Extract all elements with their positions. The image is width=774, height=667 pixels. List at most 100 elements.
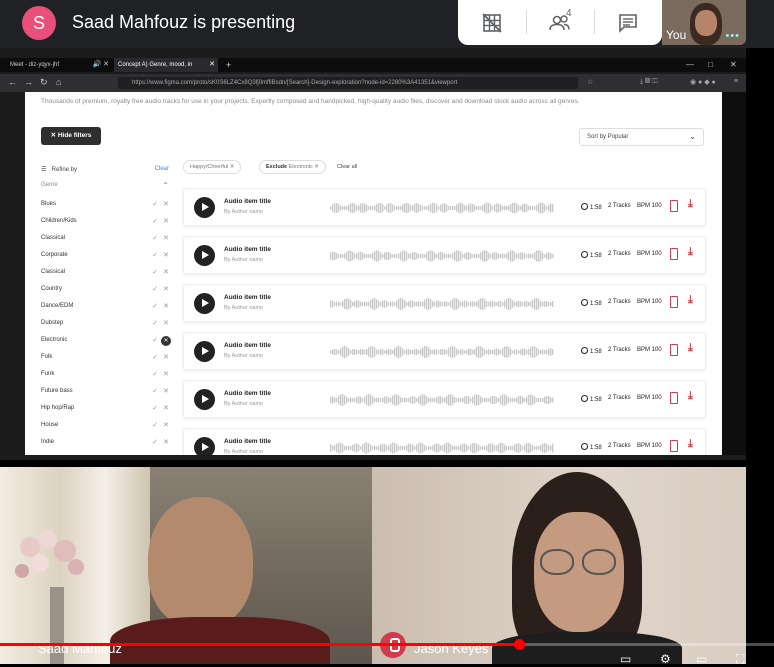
exclude-x-icon[interactable]: ✕ [163,366,169,383]
fullscreen-icon[interactable]: ⛶ [736,652,744,666]
video-progress-bar[interactable] [0,639,774,650]
back-icon[interactable]: ← [8,77,17,87]
settings-gear-icon[interactable]: ⚙ [660,652,671,666]
genre-item[interactable]: Country ✓ ✕ [41,281,171,298]
include-check-icon[interactable]: ✓ [152,332,158,349]
genre-item[interactable]: Children/Kids ✓ ✕ [41,213,171,230]
include-check-icon[interactable]: ✓ [152,417,158,434]
bookmark-icon[interactable] [670,248,678,260]
subtitles-icon[interactable]: ▭ [620,652,631,666]
include-check-icon[interactable]: ✓ [152,196,158,213]
track-row[interactable]: Audio item title By Author name 1:58 2 T… [183,428,706,455]
track-title[interactable]: Audio item title [224,294,271,301]
chat-button[interactable] [594,0,662,45]
download-icon[interactable]: ⤓ [688,198,693,211]
download-icon[interactable]: ⤓ [688,438,693,451]
genre-item[interactable]: Folk ✓ ✕ [41,349,171,366]
participant-tile-saad[interactable] [0,467,372,664]
exclude-x-icon[interactable]: ✕ [163,434,169,451]
exclude-x-icon[interactable]: ✕ [163,247,169,264]
waveform[interactable] [330,345,554,359]
browser-tab-meet[interactable]: Meet - diz-yqyx-jhf 🔊 ✕ [6,58,112,72]
track-title[interactable]: Audio item title [224,438,271,445]
tab-close-icon[interactable]: ✕ [209,58,215,72]
track-row[interactable]: Audio item title By Author name 1:58 2 T… [183,188,706,226]
include-check-icon[interactable]: ✓ [152,315,158,332]
new-tab-button[interactable]: + [222,58,234,72]
exclude-x-icon[interactable]: ✕ [163,349,169,366]
genre-item[interactable]: Corporate ✓ ✕ [41,247,171,264]
track-author[interactable]: By Author name [224,449,263,455]
mood-chip[interactable]: Happy/Cheerful ✕ [183,160,242,174]
waveform[interactable] [330,249,554,263]
waveform[interactable] [330,441,554,455]
tab-close-icon[interactable]: 🔊 ✕ [92,58,109,72]
include-check-icon[interactable]: ✓ [152,264,158,281]
genre-item[interactable]: Hip hop/Rap ✓ ✕ [41,400,171,417]
bookmark-icon[interactable] [670,296,678,308]
clear-filters-link[interactable]: Clear [155,166,169,172]
include-check-icon[interactable]: ✓ [152,434,158,451]
exclude-x-icon[interactable]: ✕ [163,196,169,213]
genre-item[interactable]: Dance/EDM ✓ ✕ [41,298,171,315]
track-title[interactable]: Audio item title [224,198,271,205]
track-row[interactable]: Audio item title By Author name 1:58 2 T… [183,236,706,274]
genre-item[interactable]: Classical ✓ ✕ [41,230,171,247]
waveform[interactable] [330,393,554,407]
play-icon[interactable] [194,197,215,218]
exclude-x-icon[interactable]: ✕ [163,298,169,315]
people-button[interactable]: 4 [526,0,594,45]
maximize-button[interactable]: □ [708,58,713,72]
include-check-icon[interactable]: ✓ [152,349,158,366]
layout-button[interactable] [458,0,526,45]
minimize-button[interactable]: — [686,58,694,72]
play-icon[interactable] [194,293,215,314]
close-window-button[interactable]: ✕ [730,58,737,72]
miniplayer-icon[interactable]: ▭ [696,652,707,666]
download-icon[interactable]: ⤓ [688,294,693,307]
genre-item[interactable]: House ✓ ✕ [41,417,171,434]
exclude-x-icon[interactable]: ✕ [163,417,169,434]
play-icon[interactable] [194,245,215,266]
track-author[interactable]: By Author name [224,209,263,215]
forward-icon[interactable]: → [24,77,33,87]
waveform[interactable] [330,201,554,215]
include-check-icon[interactable]: ✓ [152,383,158,400]
include-check-icon[interactable]: ✓ [152,230,158,247]
menu-icon[interactable]: ≡ [734,78,738,85]
exclude-x-icon[interactable]: ✕ [163,400,169,417]
track-row[interactable]: Audio item title By Author name 1:58 2 T… [183,380,706,418]
track-author[interactable]: By Author name [224,257,263,263]
downloads-icon[interactable]: ⤓ ▥ ◫ [640,78,658,86]
home-icon[interactable]: ⌂ [56,77,61,87]
address-bar[interactable]: https://www.figma.com/proto/sK0S6LZ4Cx8Q… [118,77,578,89]
self-video-tile[interactable]: You ••• [662,0,746,45]
track-row[interactable]: Audio item title By Author name 1:58 2 T… [183,284,706,322]
genre-item[interactable]: Funk ✓ ✕ [41,366,171,383]
genre-item[interactable]: Dubstep ✓ ✕ [41,315,171,332]
play-icon[interactable] [194,341,215,362]
bookmark-icon[interactable] [670,200,678,212]
exclude-chip[interactable]: Exclude Electronic ✕ [259,160,326,174]
include-check-icon[interactable]: ✓ [152,298,158,315]
reload-icon[interactable]: ↻ [40,77,48,88]
include-check-icon[interactable]: ✓ [152,213,158,230]
bookmark-icon[interactable] [670,440,678,452]
genre-item[interactable]: Indie ✓ ✕ [41,434,171,451]
participant-tile-jason[interactable] [372,467,746,664]
track-author[interactable]: By Author name [224,353,263,359]
exclude-x-icon[interactable]: ✕ [163,264,169,281]
download-icon[interactable]: ⤓ [688,390,693,403]
genre-item[interactable]: Blues ✓ ✕ [41,196,171,213]
exclude-x-icon[interactable]: ✕ [163,213,169,230]
hide-filters-button[interactable]: ✕ Hide filters [41,127,101,145]
track-title[interactable]: Audio item title [224,390,271,397]
exclude-x-icon[interactable]: ✕ [163,383,169,400]
track-row[interactable]: Audio item title By Author name 1:58 2 T… [183,332,706,370]
include-check-icon[interactable]: ✓ [152,366,158,383]
download-icon[interactable]: ⤓ [688,342,693,355]
track-author[interactable]: By Author name [224,305,263,311]
bookmark-icon[interactable] [670,392,678,404]
sort-dropdown[interactable]: Sort by Popular ⌄ [579,128,704,146]
track-title[interactable]: Audio item title [224,342,271,349]
